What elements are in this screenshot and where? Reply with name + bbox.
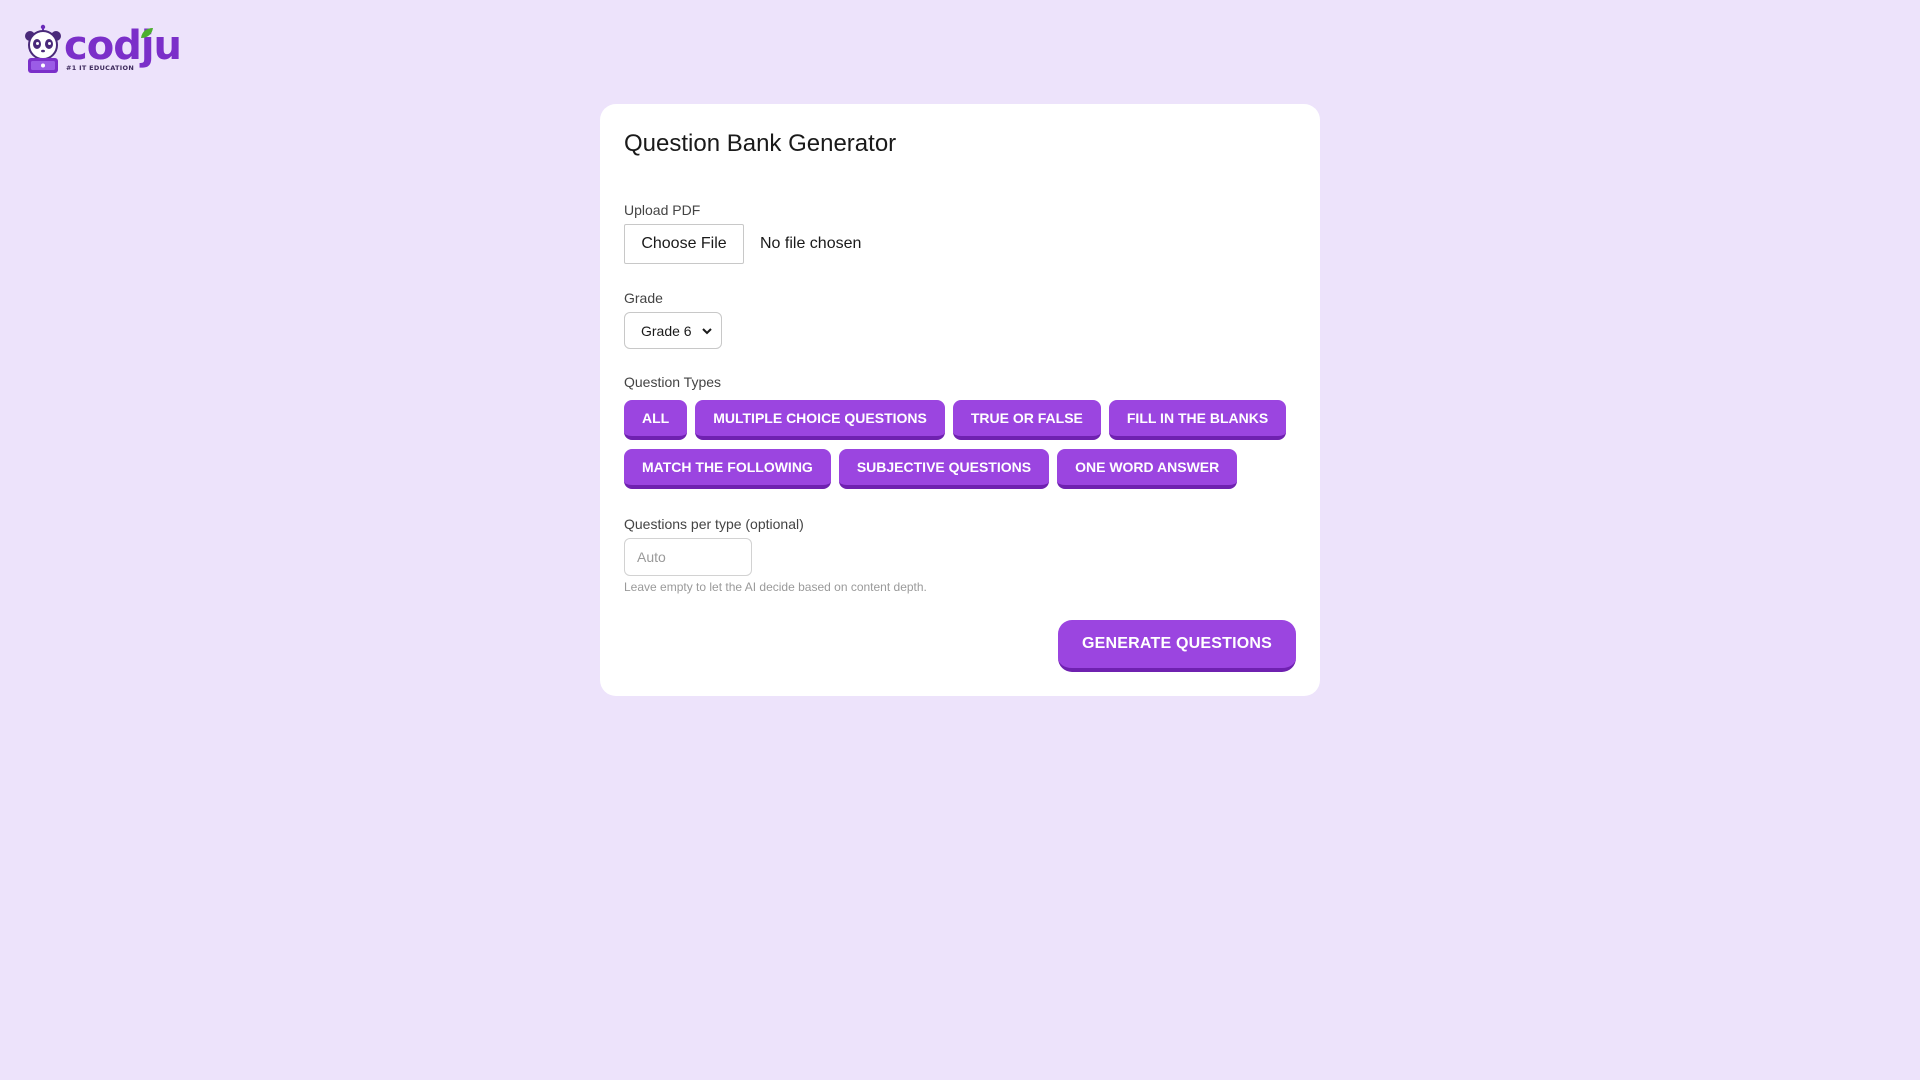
questions-per-type-input[interactable] xyxy=(624,538,752,576)
panda-mascot-icon xyxy=(24,24,62,74)
chip-multiple-choice[interactable]: MULTIPLE CHOICE QUESTIONS xyxy=(695,400,945,440)
chip-one-word-answer[interactable]: ONE WORD ANSWER xyxy=(1057,449,1238,489)
grade-label: Grade xyxy=(624,290,663,306)
per-type-label: Questions per type (optional) xyxy=(624,516,804,532)
chip-match-the-following[interactable]: MATCH THE FOLLOWING xyxy=(624,449,831,489)
question-type-chips: ALL MULTIPLE CHOICE QUESTIONS TRUE OR FA… xyxy=(624,400,1304,489)
chip-all[interactable]: ALL xyxy=(624,400,688,440)
generate-questions-button[interactable]: GENERATE QUESTIONS xyxy=(1058,620,1296,672)
brand-tagline: #1 IT EDUCATION xyxy=(66,64,135,72)
grade-selected-value: Grade 6 xyxy=(641,322,692,339)
choose-file-button[interactable]: Choose File xyxy=(624,224,744,264)
question-types-label: Question Types xyxy=(624,374,722,390)
page-title: Question Bank Generator xyxy=(624,130,897,157)
file-status-text: No file chosen xyxy=(760,235,862,252)
chip-fill-in-the-blanks[interactable]: FILL IN THE BLANKS xyxy=(1108,400,1287,440)
brand-wordmark: codju xyxy=(64,23,182,69)
chip-true-or-false[interactable]: TRUE OR FALSE xyxy=(952,400,1101,440)
grade-select[interactable]: Grade 6 xyxy=(624,312,722,349)
chip-subjective-questions[interactable]: SUBJECTIVE QUESTIONS xyxy=(838,449,1050,489)
file-upload-control: Choose File No file chosen xyxy=(624,224,861,264)
per-type-hint: Leave empty to let the AI decide based o… xyxy=(624,580,927,594)
leaf-icon xyxy=(141,28,153,38)
upload-label: Upload PDF xyxy=(624,202,701,218)
chevron-down-icon xyxy=(702,328,712,335)
brand-logo[interactable]: codju #1 IT EDUCATION xyxy=(24,23,182,74)
generator-card: Question Bank Generator Upload PDF Choos… xyxy=(600,104,1320,696)
